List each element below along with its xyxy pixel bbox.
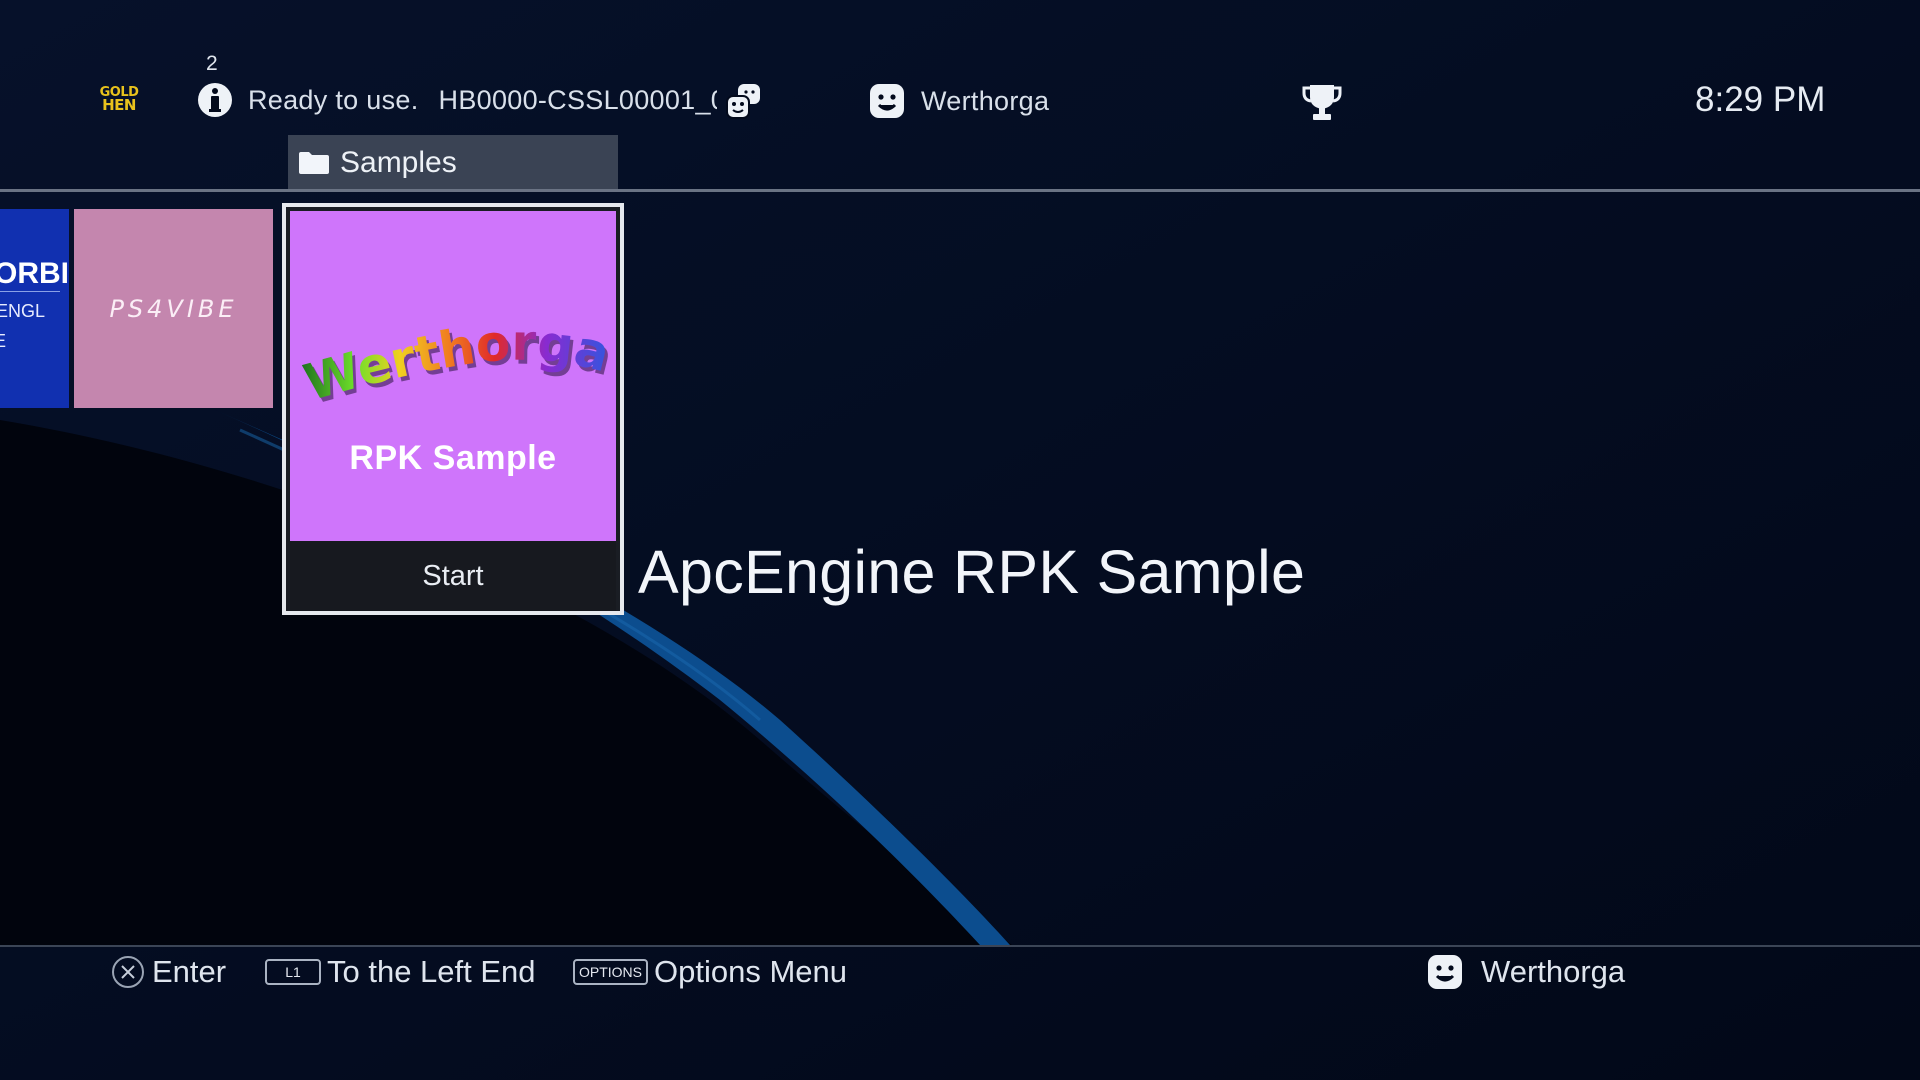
hint-options-label: Options Menu — [654, 954, 848, 989]
app-tile-ps4vibe[interactable]: PS4VIBE — [74, 209, 273, 408]
orbis-subtitle: ENGL — [0, 301, 46, 321]
profile-name: Werthorga — [921, 85, 1050, 116]
orbis-title: ORBIS — [0, 257, 69, 290]
bottom-user: Werthorga — [1427, 952, 1625, 992]
avatar-icon — [870, 84, 904, 118]
orbis-subtitle-2: E — [0, 331, 7, 351]
cross-button-icon — [112, 956, 144, 988]
folder-name: Samples — [340, 145, 457, 179]
hint-enter: Enter — [112, 952, 226, 992]
options-button-icon: OPTIONS — [573, 959, 649, 985]
app-tile-selected[interactable]: Werthorga Werthorga RPK Sample Start — [282, 203, 624, 615]
selected-game-title: ApcEngine RPK Sample — [638, 538, 1306, 606]
hint-left-end-label: To the Left End — [327, 954, 536, 989]
folder-tab-samples[interactable]: Samples — [288, 135, 618, 190]
notification-count: 2 — [206, 52, 218, 75]
top-divider — [0, 189, 1920, 192]
werthorga-logo-text: Werthorga — [298, 314, 616, 413]
app-tile-art-title: RPK Sample — [349, 439, 557, 477]
folder-icon — [299, 151, 329, 174]
ps4vibe-logo-text: PS4VIBE — [109, 294, 238, 323]
clock: 8:29 PM — [1695, 80, 1825, 120]
profile-button[interactable]: Werthorga — [869, 83, 1049, 119]
friends-icon — [726, 84, 760, 119]
orbis-divider — [0, 291, 60, 292]
app-tile-art: Werthorga Werthorga RPK Sample — [290, 211, 616, 541]
notification-item: HB0000-CSSL00001_00 — [438, 84, 717, 115]
notification-area[interactable]: Ready to use. HB0000-CSSL00001_00 — [196, 81, 717, 119]
trophy-button[interactable] — [1302, 83, 1342, 121]
start-button[interactable]: Start — [290, 541, 616, 611]
info-icon — [198, 83, 232, 117]
clock-text: 8:29 PM — [1695, 80, 1826, 119]
bottom-divider — [0, 945, 1920, 947]
bottom-user-name: Werthorga — [1481, 954, 1626, 989]
l1-button-icon: L1 — [265, 959, 321, 985]
avatar-icon — [1428, 955, 1462, 989]
hint-options: OPTIONS Options Menu — [573, 952, 847, 992]
hint-left-end: L1 To the Left End — [265, 952, 536, 992]
svg-text:Werthorga: Werthorga — [298, 314, 616, 413]
app-tile-orbis[interactable]: ORBIS ENGL E — [0, 209, 69, 408]
goldhen-logo: GOLD HEN — [96, 86, 142, 116]
trophy-icon — [1302, 85, 1342, 120]
goldhen-logo-line2: HEN — [102, 96, 136, 114]
start-label: Start — [422, 559, 484, 592]
werthorga-logo: Werthorga Werthorga — [298, 314, 616, 417]
friends-button[interactable] — [724, 82, 764, 122]
hint-enter-label: Enter — [152, 954, 227, 989]
notification-text: Ready to use. — [248, 84, 419, 115]
